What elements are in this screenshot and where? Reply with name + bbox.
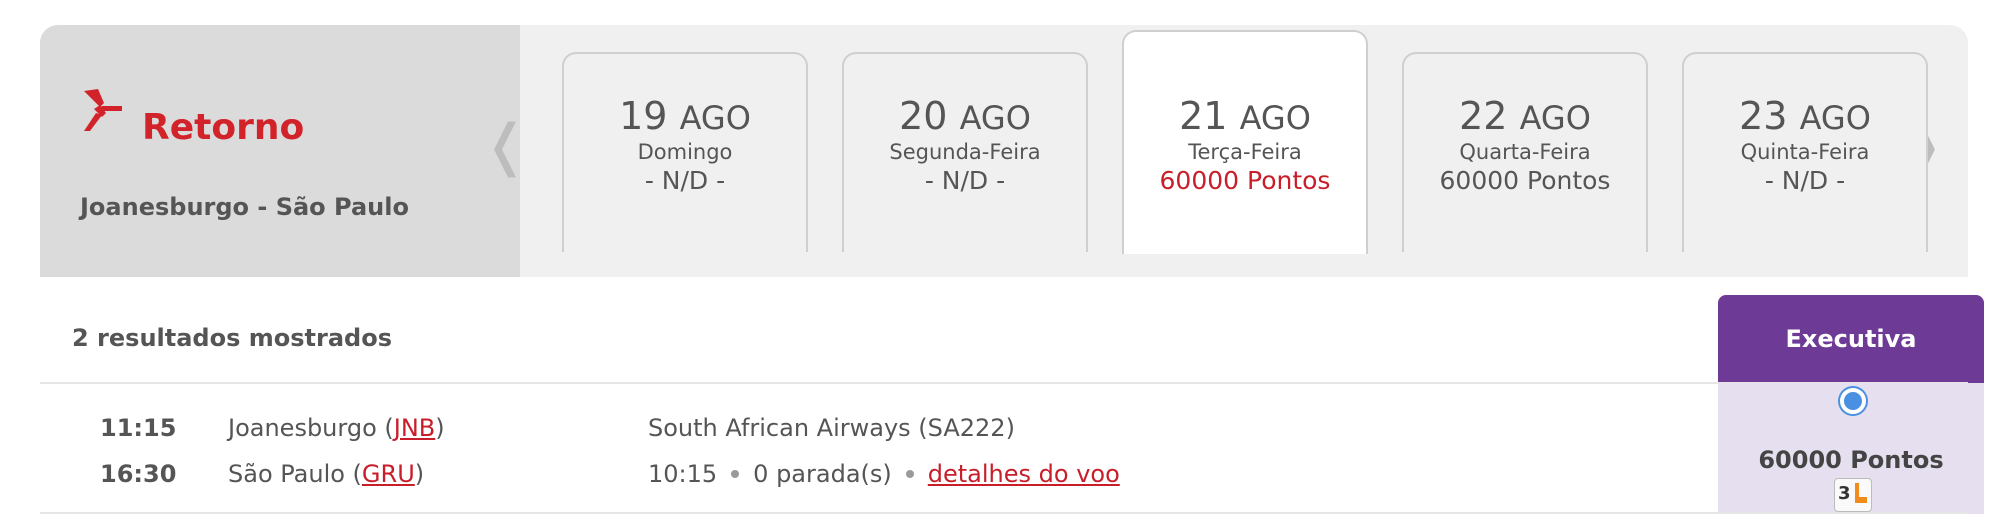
fare-radio-button[interactable] [1840, 388, 1866, 414]
divider [40, 382, 1968, 384]
tab-date: 23 AGO [1739, 94, 1871, 138]
departure-city: Joanesburgo (JNB) [228, 414, 445, 442]
bullet-separator [905, 470, 914, 478]
route-label: Joanesburgo - São Paulo [80, 193, 409, 221]
tab-price: - N/D - [644, 166, 726, 195]
arrival-city: São Paulo (GRU) [228, 460, 425, 488]
bullet-separator [731, 470, 740, 478]
flight-details-link[interactable]: detalhes do voo [928, 460, 1120, 488]
tab-date: 19 AGO [619, 94, 751, 138]
direction-header: Retorno Joanesburgo - São Paulo [40, 25, 520, 277]
date-tab-22[interactable]: 22 AGO Quarta-Feira 60000 Pontos [1402, 52, 1648, 252]
tab-price: - N/D - [924, 166, 1006, 195]
tab-weekday: Quinta-Feira [1740, 140, 1870, 164]
tab-weekday: Segunda-Feira [889, 140, 1041, 164]
flight-stops: 0 parada(s) [753, 460, 892, 488]
arrival-airport-link[interactable]: GRU [362, 460, 415, 488]
date-tab-20[interactable]: 20 AGO Segunda-Feira - N/D - [842, 52, 1088, 252]
date-tab-23[interactable]: 23 AGO Quinta-Feira - N/D - [1682, 52, 1928, 252]
departure-airport-link[interactable]: JNB [394, 414, 436, 442]
date-tab-19[interactable]: 19 AGO Domingo - N/D - [562, 52, 808, 252]
tab-price: 60000 Pontos [1159, 166, 1331, 195]
tab-weekday: Quarta-Feira [1459, 140, 1591, 164]
departure-time: 11:15 [100, 414, 177, 442]
tab-price: - N/D - [1764, 166, 1846, 195]
results-count: 2 resultados mostrados [72, 324, 392, 352]
flight-duration: 10:15 [648, 460, 718, 488]
tab-price: 60000 Pontos [1439, 166, 1611, 195]
seats-left-count: 3 [1838, 483, 1851, 504]
tab-weekday: Terça-Feira [1188, 140, 1302, 164]
tab-date: 20 AGO [899, 94, 1031, 138]
date-tab-21-selected[interactable]: 21 AGO Terça-Feira 60000 Pontos [1122, 30, 1368, 254]
previous-dates-arrow-icon[interactable]: ❬ [482, 118, 529, 174]
arrival-time: 16:30 [100, 460, 177, 488]
tab-date: 22 AGO [1459, 94, 1591, 138]
tab-date: 21 AGO [1179, 94, 1311, 138]
direction-title: Retorno [142, 107, 305, 148]
airplane-icon [84, 89, 122, 131]
flight-meta: 10:15 0 parada(s) detalhes do voo [648, 460, 1120, 488]
cabin-header-executiva: Executiva [1718, 295, 1984, 383]
airline-flight: South African Airways (SA222) [648, 414, 1015, 442]
fare-points: 60000 Pontos [1758, 446, 1944, 474]
seats-left-badge: 3 [1834, 478, 1872, 512]
tab-weekday: Domingo [637, 140, 733, 164]
seat-icon [1855, 483, 1867, 503]
